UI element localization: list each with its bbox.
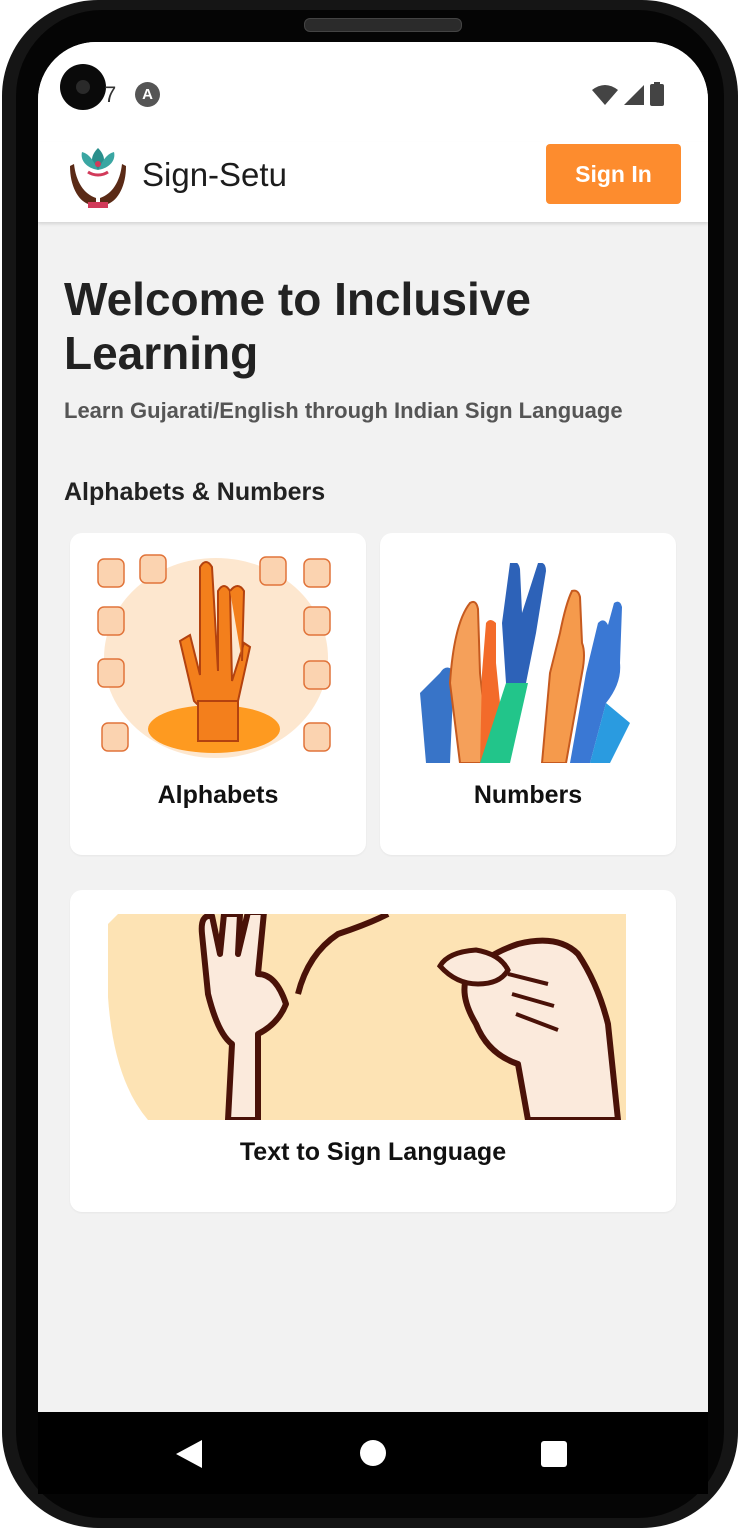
numbers-label: Numbers: [473, 781, 583, 809]
app-notification-icon: A: [135, 82, 160, 107]
status-icons: [592, 82, 664, 106]
battery-icon: [650, 82, 664, 106]
wifi-icon: [592, 85, 618, 105]
status-bar: 7 A: [38, 42, 708, 142]
signal-icon: [624, 85, 644, 105]
app-header: Sign-Setu Sign In: [38, 142, 708, 222]
back-icon[interactable]: [176, 1440, 202, 1468]
welcome-subtitle: Learn Gujarati/English through Indian Si…: [64, 398, 623, 423]
sign-setu-logo: [70, 148, 126, 208]
welcome-title: Welcome to Inclusive Learning: [64, 273, 531, 379]
camera-cutout: [60, 64, 106, 110]
recents-icon[interactable]: [541, 1441, 567, 1467]
app-screen: 7 A Sign-Setu Sign In Welcome to Inclusi…: [38, 42, 708, 1412]
status-time: 7: [104, 82, 117, 107]
home-icon[interactable]: [360, 1440, 386, 1466]
alphabets-card[interactable]: Alphabets: [70, 533, 366, 855]
alphabets-label: Alphabets: [157, 781, 279, 809]
sign-in-button[interactable]: Sign In: [546, 144, 681, 204]
numbers-illustration: [420, 563, 630, 763]
text-to-sign-card[interactable]: Text to Sign Language: [70, 890, 676, 1212]
text-to-sign-illustration: [108, 914, 626, 1120]
phone-speaker: [304, 18, 462, 32]
numbers-card[interactable]: Numbers: [380, 533, 676, 855]
system-nav-bar: [38, 1412, 708, 1494]
app-title: Sign-Setu: [142, 156, 287, 193]
text-to-sign-label: Text to Sign Language: [239, 1138, 507, 1166]
section-title: Alphabets & Numbers: [64, 478, 326, 506]
alphabets-illustration: [97, 554, 331, 758]
